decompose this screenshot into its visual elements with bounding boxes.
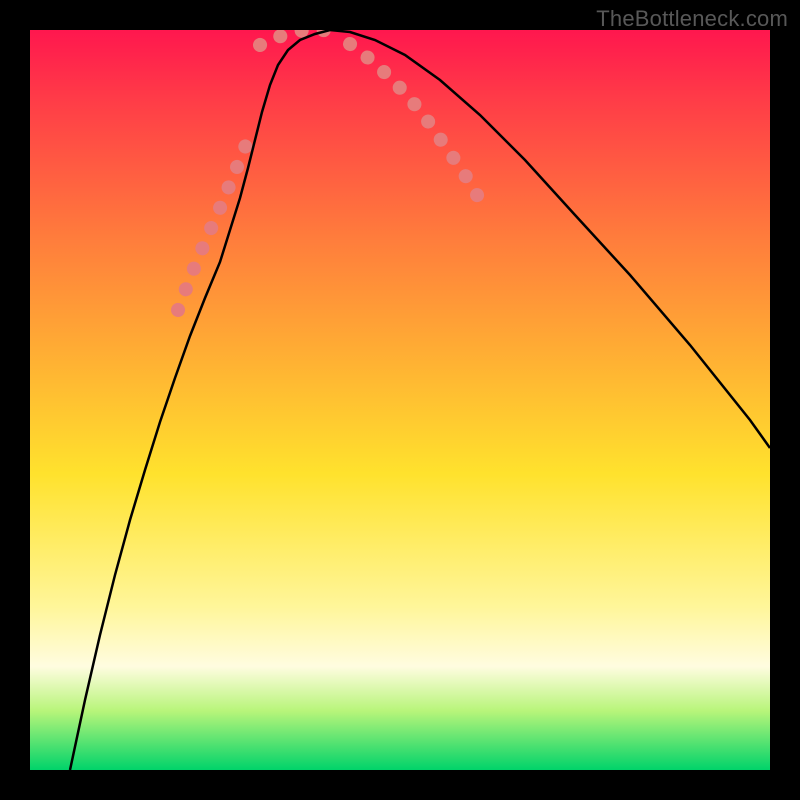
highlight-segment [178, 130, 252, 310]
highlight-dots [178, 30, 480, 310]
plot-area [30, 30, 770, 770]
curve-svg [30, 30, 770, 770]
highlight-segment [350, 44, 480, 200]
highlight-segment [260, 30, 342, 45]
chart-frame: TheBottleneck.com [0, 0, 800, 800]
bottleneck-curve [70, 30, 770, 770]
watermark-text: TheBottleneck.com [596, 6, 788, 32]
